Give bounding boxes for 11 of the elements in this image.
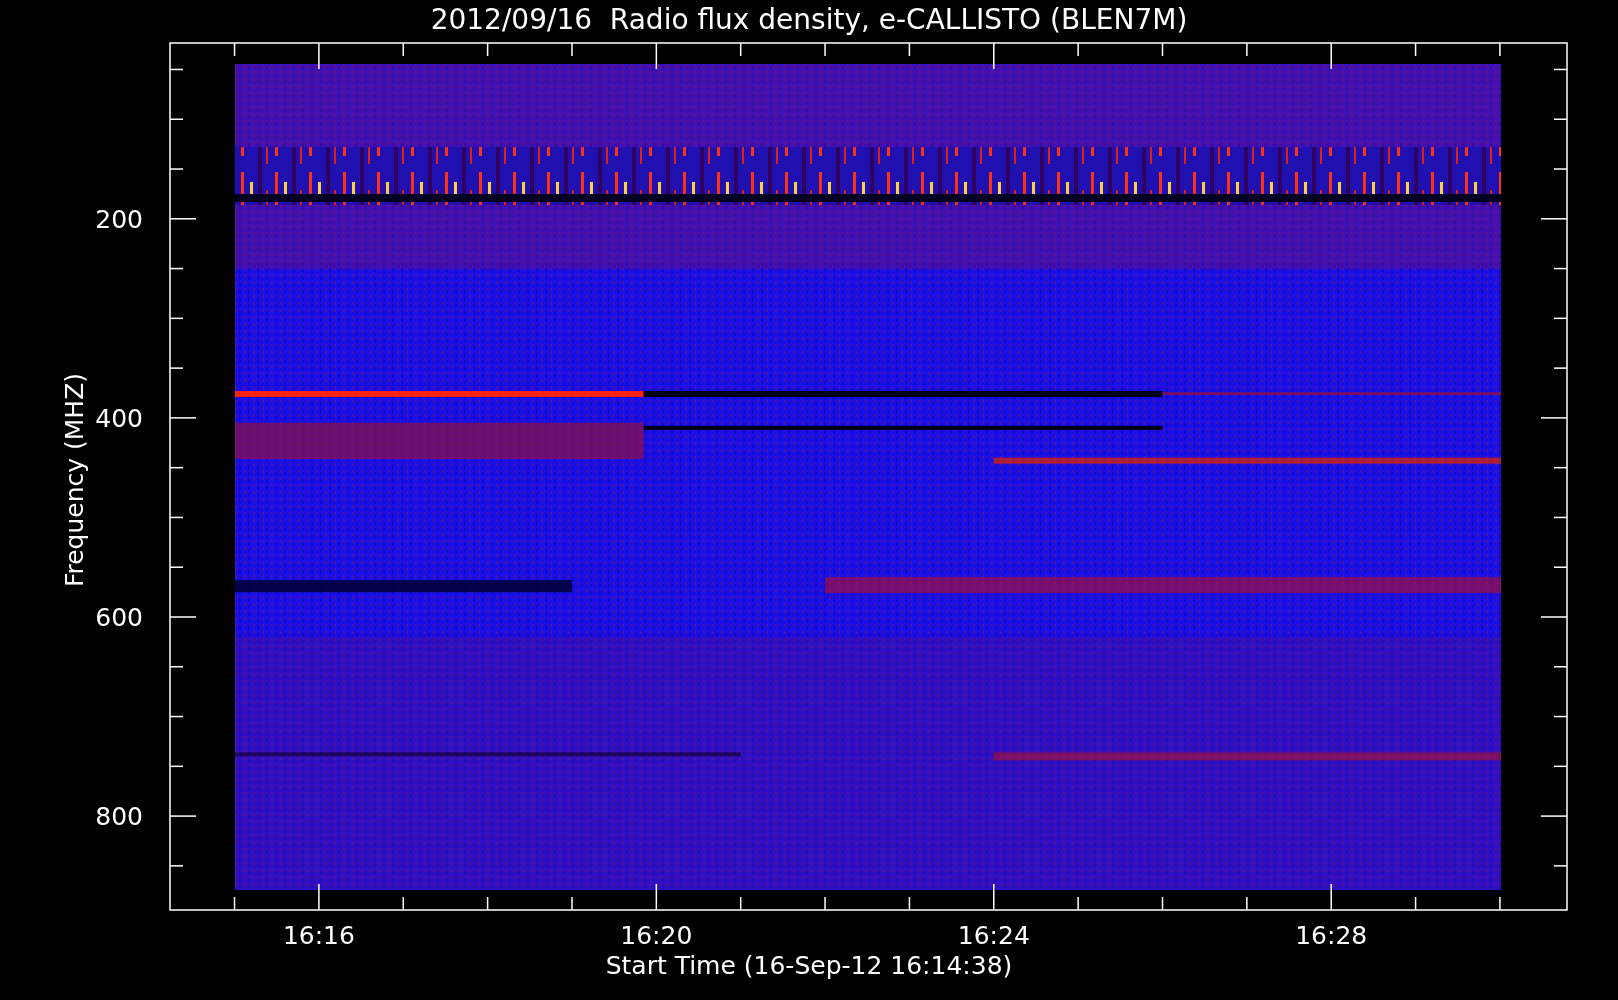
tick-label: 200 (95, 204, 143, 234)
chart-title: 2012/09/16 Radio flux density, e-CALLISTO (BLEN7M) (430, 3, 1188, 36)
tick-label: 16:24 (957, 921, 1030, 950)
tick-label: 16:16 (282, 921, 355, 950)
tick-label: 400 (95, 403, 143, 433)
tick-label: 16:20 (620, 921, 693, 950)
axis-title: Start Time (16-Sep-12 16:14:38) (605, 951, 1013, 980)
tick-label: 600 (95, 603, 143, 632)
tick-label: 800 (95, 802, 143, 832)
tick-label: 16:28 (1295, 921, 1368, 950)
axis-title: Frequency (MHZ) (60, 372, 89, 588)
